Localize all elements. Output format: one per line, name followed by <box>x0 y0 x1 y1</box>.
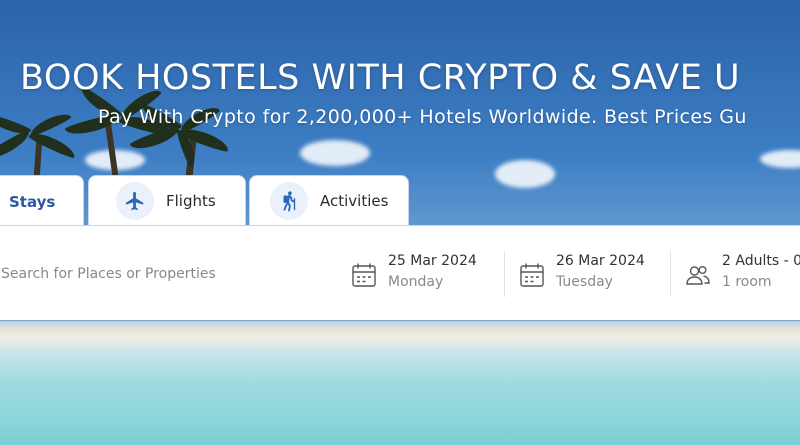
calendar-icon <box>352 263 376 287</box>
checkout-date-field[interactable]: 26 Mar 2024 Tuesday <box>519 252 645 296</box>
users-icon <box>686 265 710 285</box>
cloud <box>300 140 370 166</box>
tab-stays-label: Stays <box>9 192 56 211</box>
airplane-icon <box>116 182 154 220</box>
cloud <box>760 150 800 168</box>
cloud <box>495 160 555 188</box>
checkout-date: 26 Mar 2024 <box>556 253 645 269</box>
checkin-date: 25 Mar 2024 <box>388 253 477 269</box>
checkout-day: Tuesday <box>556 274 613 290</box>
checkin-date-field[interactable]: 25 Mar 2024 Monday <box>351 252 477 296</box>
tab-activities[interactable]: Activities <box>249 175 409 226</box>
tab-activities-label: Activities <box>320 192 389 210</box>
guests-summary: 2 Adults - 0 <box>722 253 800 269</box>
tab-flights-label: Flights <box>166 192 216 210</box>
search-input[interactable] <box>0 256 330 292</box>
hiker-icon <box>270 182 308 220</box>
calendar-icon <box>520 263 544 287</box>
divider <box>670 251 671 297</box>
search-bar: 25 Mar 2024 Monday 26 Mar 2024 Tuesday 2… <box>0 225 800 321</box>
rooms-count: 1 room <box>722 274 772 290</box>
guests-field[interactable]: 2 Adults - 0 1 room <box>685 252 800 296</box>
divider <box>504 251 505 297</box>
checkin-day: Monday <box>388 274 444 290</box>
hero-title: BOOK HOSTELS WITH CRYPTO & SAVE U <box>20 58 741 98</box>
tab-stays[interactable]: Stays <box>0 175 84 227</box>
hero-subtitle: Pay With Crypto for 2,200,000+ Hotels Wo… <box>98 106 747 128</box>
tab-flights[interactable]: Flights <box>88 175 246 226</box>
